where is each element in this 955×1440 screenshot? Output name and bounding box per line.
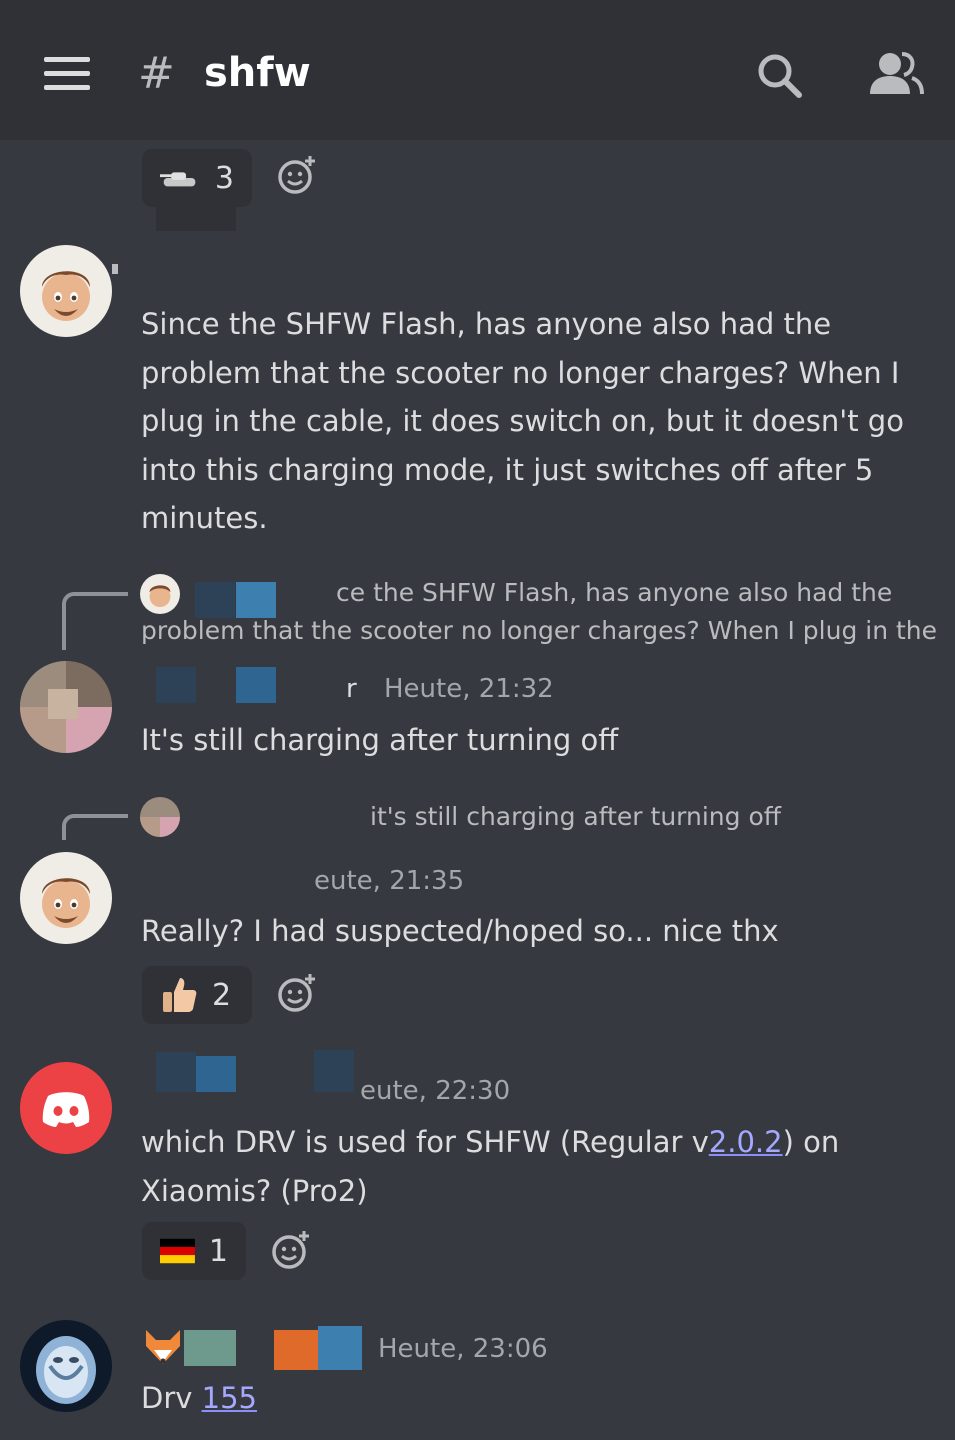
message-text: Drv 155	[141, 1374, 941, 1423]
reaction-flag-germany[interactable]: 1	[142, 1222, 246, 1280]
search-icon[interactable]	[756, 52, 804, 100]
redacted-author	[196, 1056, 236, 1092]
message-timestamp: Heute, 23:06	[378, 1334, 548, 1364]
user-avatar[interactable]	[20, 852, 112, 944]
message-link[interactable]: 155	[202, 1381, 257, 1415]
add-reaction-icon[interactable]	[276, 154, 318, 196]
tank-emoji-icon	[160, 172, 196, 187]
message-text-part: Xiaomis? (Pro2)	[141, 1173, 368, 1208]
channel-header: # shfw	[0, 0, 955, 140]
fox-emoji-icon	[146, 1330, 180, 1364]
discord-logo-icon	[42, 1092, 90, 1127]
message-text: which DRV is used for SHFW (Regular v2.0…	[141, 1118, 941, 1215]
message-text-part: ) on	[782, 1125, 840, 1159]
redacted-author	[156, 1052, 196, 1092]
reply-author-avatar	[140, 797, 180, 837]
add-reaction-icon[interactable]	[276, 972, 318, 1014]
message-timestamp: Heute, 21:32	[384, 674, 554, 704]
reply-preview[interactable]: it's still charging after turning off	[370, 802, 781, 831]
message-timestamp: eute, 22:30	[360, 1076, 511, 1106]
reaction-count: 3	[214, 160, 234, 196]
channel-hash-icon: #	[138, 48, 175, 99]
user-avatar[interactable]	[20, 245, 112, 337]
reaction-count: 1	[208, 1233, 228, 1269]
message-timestamp: eute, 21:35	[314, 866, 465, 896]
reaction-thumbs-up[interactable]: 2	[142, 966, 252, 1024]
reply-author-avatar	[140, 574, 180, 614]
thumbs-up-emoji-icon	[163, 978, 197, 1012]
german-flag-icon	[160, 1238, 195, 1264]
channel-title: shfw	[204, 50, 311, 96]
message-text-part: Drv	[141, 1381, 202, 1415]
redacted-author	[318, 1326, 362, 1370]
redacted-author	[274, 1330, 318, 1370]
reply-connector	[62, 814, 128, 840]
reply-preview-line2[interactable]: problem that the scooter no longer charg…	[141, 616, 937, 645]
redacted-reply-author	[195, 582, 235, 618]
redacted-author	[314, 1050, 354, 1092]
hamburger-menu-icon[interactable]	[44, 57, 92, 93]
memoji-avatar-icon	[42, 878, 90, 928]
creature-avatar-icon	[36, 1336, 96, 1404]
reply-connector	[62, 592, 128, 650]
message-link[interactable]: 2.0.2	[709, 1125, 783, 1159]
memoji-avatar-icon	[42, 271, 90, 321]
redacted-author	[184, 1330, 236, 1366]
redacted-block	[156, 205, 236, 231]
message-text: Really? I had suspected/hoped so... nice…	[141, 914, 779, 948]
members-icon[interactable]	[868, 50, 924, 96]
redacted-username	[112, 264, 118, 274]
redacted-author	[236, 667, 276, 703]
user-avatar[interactable]	[20, 1320, 112, 1412]
author-name-fragment: r	[346, 674, 357, 704]
user-avatar[interactable]	[20, 661, 112, 753]
reaction-count: 2	[212, 977, 232, 1013]
redacted-reply-author	[236, 582, 276, 618]
message-text-part: which DRV is used for SHFW (Regular v	[141, 1125, 709, 1159]
add-reaction-icon[interactable]	[270, 1229, 312, 1271]
discord-default-avatar[interactable]	[20, 1062, 112, 1154]
reply-preview[interactable]: ce the SHFW Flash, has anyone also had t…	[336, 578, 892, 607]
redacted-author	[156, 667, 196, 703]
pixelated-avatar-icon	[20, 661, 112, 753]
reaction-tank[interactable]: 3	[142, 149, 252, 207]
message-text: It's still charging after turning off	[141, 723, 619, 757]
message-text: Since the SHFW Flash, has anyone also ha…	[141, 307, 904, 535]
